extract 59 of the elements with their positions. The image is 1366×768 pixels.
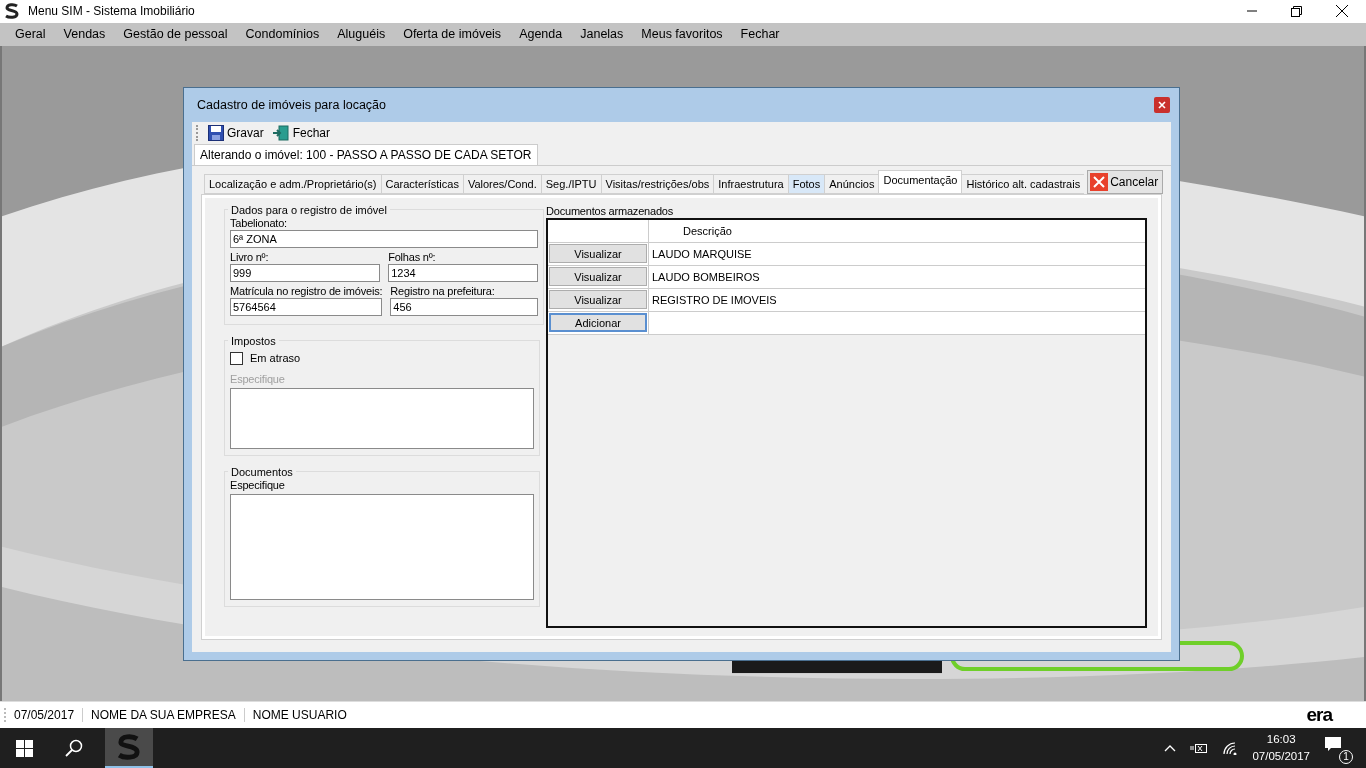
input-field[interactable]: 6ª ZONA <box>230 229 539 248</box>
field-label: Especifique <box>230 477 286 492</box>
cancel-button[interactable]: Cancelar <box>1087 169 1164 194</box>
tab[interactable]: Anúncios <box>824 173 879 194</box>
brand-logo: era <box>1306 704 1332 726</box>
field-label: Matrícula no registro de imóveis: <box>230 283 383 298</box>
tab[interactable]: Localização e adm./Proprietário(s) <box>204 173 381 194</box>
input-field[interactable]: 5764564 <box>230 297 383 316</box>
grid-title: Documentos armazenados <box>546 203 675 218</box>
menu-item[interactable]: Fechar <box>731 27 789 42</box>
clock-time[interactable]: 16:03 <box>1266 731 1296 748</box>
toolbar-button[interactable]: Fechar <box>271 124 331 141</box>
field-label: Livro nº: <box>230 249 270 264</box>
checkbox[interactable]: Em atraso <box>230 351 534 365</box>
menu-item[interactable]: Geral <box>6 27 55 42</box>
grid-button[interactable]: Adicionar <box>549 313 647 333</box>
group-title: Impostos <box>230 334 277 347</box>
record-tab[interactable]: Alterando o imóvel: 100 - PASSO A PASSO DE CADA SETOR <box>194 143 539 165</box>
toolbar-button[interactable]: Gravar <box>208 124 264 141</box>
table-cell: REGISTRO DE IMOVEIS <box>652 293 777 306</box>
table-cell: LAUDO BOMBEIROS <box>652 270 760 283</box>
group-title: Documentos <box>230 465 294 478</box>
column-header: Descrição <box>682 223 733 239</box>
clock-date[interactable]: 07/05/2017 <box>1252 748 1310 765</box>
menu-item[interactable]: Oferta de imóveis <box>394 27 511 42</box>
status-text: NOME USUARIO <box>243 708 355 722</box>
input-field[interactable]: 456 <box>390 297 539 316</box>
field-label: Folhas nº: <box>388 249 437 264</box>
tab[interactable]: Histórico alt. cadastrais <box>961 173 1085 194</box>
tab[interactable]: Infraestrutura <box>713 173 788 194</box>
tab[interactable]: Documentação <box>878 169 963 194</box>
grid-button[interactable]: Visualizar <box>549 290 647 310</box>
tab[interactable]: Seg./IPTU <box>540 173 601 194</box>
status-text: NOME DA SUA EMPRESA <box>82 708 244 722</box>
window-title: Menu SIM - Sistema Imobiliário <box>28 4 195 19</box>
menu-item[interactable]: Meus favoritos <box>632 27 732 42</box>
tab[interactable]: Fotos <box>787 173 825 194</box>
field-label: Especifique <box>230 371 286 386</box>
menu-item[interactable]: Vendas <box>54 27 115 42</box>
menu-item[interactable]: Aluguéis <box>328 27 395 42</box>
notification-count: 1 <box>1339 750 1353 764</box>
group-title: Dados para o registro de imóvel <box>230 203 388 216</box>
field-label: Registro na prefeitura: <box>390 283 496 298</box>
tab[interactable]: Valores/Cond. <box>462 173 541 194</box>
tab[interactable]: Visitas/restrições/obs <box>600 173 714 194</box>
grid-button[interactable]: Visualizar <box>549 267 647 287</box>
table-cell: LAUDO MARQUISE <box>652 247 752 260</box>
input-field[interactable]: 1234 <box>388 263 539 282</box>
checkbox-label: Em atraso <box>250 352 301 365</box>
input-field[interactable]: 999 <box>230 263 381 282</box>
menu-item[interactable]: Condomínios <box>236 27 329 42</box>
menu-item[interactable]: Janelas <box>571 27 633 42</box>
menu-item[interactable]: Gestão de pessoal <box>114 27 237 42</box>
field-label: Tabelionato: <box>230 216 288 230</box>
status-text: 07/05/2017 <box>4 708 83 722</box>
menu-item[interactable]: Agenda <box>510 27 572 42</box>
tab[interactable]: Características <box>380 173 463 194</box>
grid-button[interactable]: Visualizar <box>549 244 647 264</box>
dialog-title: Cadastro de imóveis para locação <box>197 97 386 112</box>
